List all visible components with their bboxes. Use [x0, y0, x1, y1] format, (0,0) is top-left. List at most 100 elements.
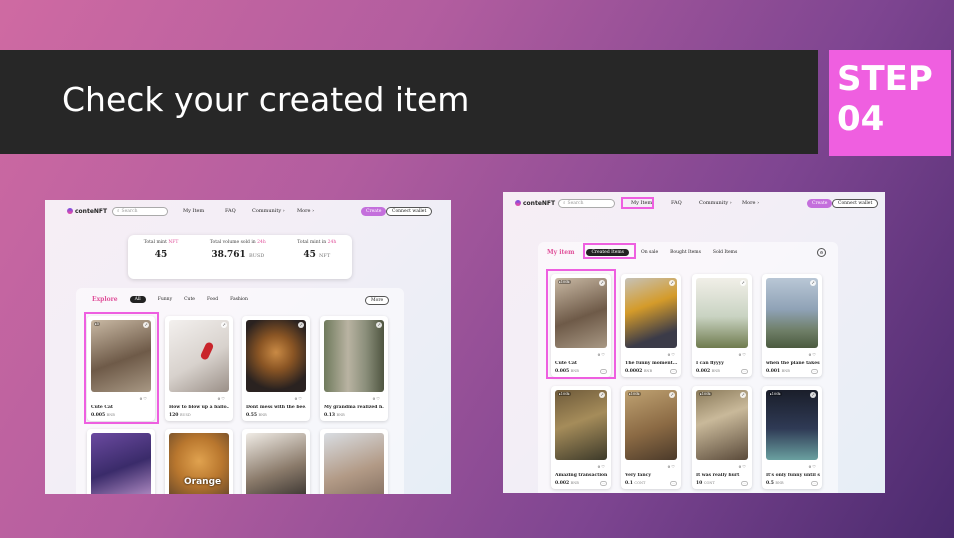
tab-bought-items[interactable]: Bought Items — [670, 250, 701, 255]
more-options-icon[interactable]: ··· — [670, 369, 677, 374]
nft-card[interactable]: ↗ 0 ♡ Dont mess with the bee... 0.55 BNB — [242, 316, 310, 421]
nft-card[interactable]: ↗ 0 ♡ My grandma realized h... 0.13 BNB — [320, 316, 388, 421]
tab-fashion[interactable]: Fashion — [230, 297, 248, 302]
share-icon[interactable]: ↗ — [740, 280, 746, 286]
nft-card[interactable]: ▸100k ↗ 0 ♡ It was really hurt 10 CONT ·… — [692, 386, 752, 489]
nft-price: 0.1 CONT — [625, 481, 646, 486]
nft-title: Very fancy — [625, 473, 651, 478]
like-count[interactable]: 0 ♡ — [373, 396, 380, 401]
nav-my-item[interactable]: My Item — [183, 208, 204, 214]
nav-faq[interactable]: FAQ — [225, 208, 236, 214]
connect-wallet-button[interactable]: Connect wallet — [386, 206, 433, 216]
highlight-created-tab — [583, 243, 636, 259]
nft-thumbnail — [324, 433, 384, 494]
tab-on-sale[interactable]: On sale — [641, 250, 658, 255]
nft-title: The funny moment... — [625, 361, 678, 366]
nft-thumbnail — [169, 320, 229, 392]
tab-cute[interactable]: Cute — [184, 297, 195, 302]
more-options-icon[interactable]: ··· — [600, 481, 607, 486]
my-item-tabs: My item Created Items On sale Bought Ite… — [547, 249, 737, 256]
highlight-created-item — [84, 312, 159, 424]
explore-tabs: Explore All Funny Cute Food Fashion — [92, 296, 248, 303]
nft-price: 10 CONT — [696, 481, 715, 486]
logo[interactable]: conteNFT — [67, 208, 107, 215]
step-number: 04 — [837, 99, 885, 139]
nft-card[interactable]: ▸100k ↗ 0 ♡ Amazing transaction 0.002 BN… — [551, 386, 611, 489]
logo-icon — [515, 200, 521, 206]
connect-wallet-button[interactable]: Connect wallet — [832, 198, 879, 208]
share-icon[interactable]: ↗ — [810, 280, 816, 286]
nft-card[interactable] — [242, 429, 310, 494]
step-label: STEP — [837, 59, 933, 99]
my-item-page-screenshot: conteNFT ⌕ Search My Item FAQ Community … — [503, 192, 885, 493]
explore-title: Explore — [92, 296, 118, 303]
create-button[interactable]: Create — [807, 198, 833, 208]
logo[interactable]: conteNFT — [515, 200, 555, 207]
share-icon[interactable]: ↗ — [740, 392, 746, 398]
like-count[interactable]: 0 ♡ — [809, 464, 816, 469]
nft-card[interactable] — [87, 429, 155, 494]
settings-icon[interactable]: ⚙ — [817, 248, 826, 257]
nft-card[interactable] — [320, 429, 388, 494]
nft-card[interactable]: Orange — [165, 429, 233, 494]
like-count[interactable]: 0 ♡ — [218, 396, 225, 401]
tab-food[interactable]: Food — [207, 297, 218, 302]
nft-title: My grandma realized h... — [324, 405, 384, 410]
nft-title: Dont mess with the bee... — [246, 405, 306, 410]
like-count[interactable]: 0 ♡ — [598, 464, 605, 469]
nft-title: I can flyyyy — [696, 361, 724, 366]
nft-price: 0.002 BNB — [696, 369, 720, 374]
search-input[interactable]: ⌕ Search — [558, 198, 615, 208]
nft-card[interactable]: ↗ 0 ♡ when the plane takes off 0.001 BNB… — [762, 274, 822, 377]
like-count[interactable]: 0 ♡ — [295, 396, 302, 401]
stat-mint-24h: Total mint in 24h 45 NFT — [297, 240, 337, 260]
nft-card[interactable]: ▸100k ↗ 0 ♡ Very fancy 0.1 CONT ··· — [621, 386, 681, 489]
share-icon[interactable]: ↗ — [810, 392, 816, 398]
nft-card[interactable]: ▸100k ↗ 0 ♡ It's only funny until so... … — [762, 386, 822, 489]
view-count-badge: ▸100k — [699, 392, 712, 396]
more-options-icon[interactable]: ··· — [741, 369, 748, 374]
nft-thumbnail — [766, 390, 818, 460]
logo-icon — [67, 208, 73, 214]
nft-thumbnail — [91, 433, 151, 494]
nft-card[interactable]: ↗ 0 ♡ How to blow up a ballo... 120 BUSD — [165, 316, 233, 421]
stat-volume-24h: Total volume sold in 24h 38.761 BUSD — [209, 240, 266, 260]
nft-thumbnail — [766, 278, 818, 348]
nft-card[interactable]: ↗ 0 ♡ I can flyyyy 0.002 BNB ··· — [692, 274, 752, 377]
share-icon[interactable]: ↗ — [599, 392, 605, 398]
logo-text: conteNFT — [75, 207, 108, 215]
more-options-icon[interactable]: ··· — [741, 481, 748, 486]
tab-all[interactable]: All — [129, 296, 146, 303]
share-icon[interactable]: ↗ — [298, 322, 304, 328]
tab-sold-items[interactable]: Sold Items — [713, 250, 737, 255]
like-count[interactable]: 0 ♡ — [668, 464, 675, 469]
more-options-icon[interactable]: ··· — [811, 481, 818, 486]
slide-title: Check your created item — [62, 80, 470, 119]
share-icon[interactable]: ↗ — [669, 280, 675, 286]
nav-community[interactable]: Community › — [699, 200, 732, 206]
nav-community[interactable]: Community › — [252, 208, 285, 214]
tab-funny[interactable]: Funny — [158, 297, 172, 302]
nft-title: It was really hurt — [696, 473, 740, 478]
nft-thumbnail — [246, 320, 306, 392]
like-count[interactable]: 0 ♡ — [809, 352, 816, 357]
nav-faq[interactable]: FAQ — [671, 200, 682, 206]
view-count-badge: ▸100k — [558, 392, 571, 396]
like-count[interactable]: 0 ♡ — [739, 464, 746, 469]
nav-more[interactable]: More › — [297, 208, 314, 214]
stat-total-mint: Total mint NFT 45 — [143, 240, 179, 260]
search-icon: ⌕ — [117, 209, 120, 214]
more-options-icon[interactable]: ··· — [811, 369, 818, 374]
share-icon[interactable]: ↗ — [221, 322, 227, 328]
more-options-icon[interactable]: ··· — [670, 481, 677, 486]
search-input[interactable]: ⌕ Search — [112, 206, 168, 216]
nav-more[interactable]: More › — [742, 200, 759, 206]
like-count[interactable]: 0 ♡ — [739, 352, 746, 357]
create-button[interactable]: Create — [361, 206, 387, 216]
share-icon[interactable]: ↗ — [376, 322, 382, 328]
like-count[interactable]: 0 ♡ — [668, 352, 675, 357]
more-button[interactable]: More — [365, 296, 390, 305]
nft-card[interactable]: ↗ 0 ♡ The funny moment... 0.0002 BNB ··· — [621, 274, 681, 377]
nft-price: 0.002 BNB — [555, 481, 579, 486]
share-icon[interactable]: ↗ — [669, 392, 675, 398]
